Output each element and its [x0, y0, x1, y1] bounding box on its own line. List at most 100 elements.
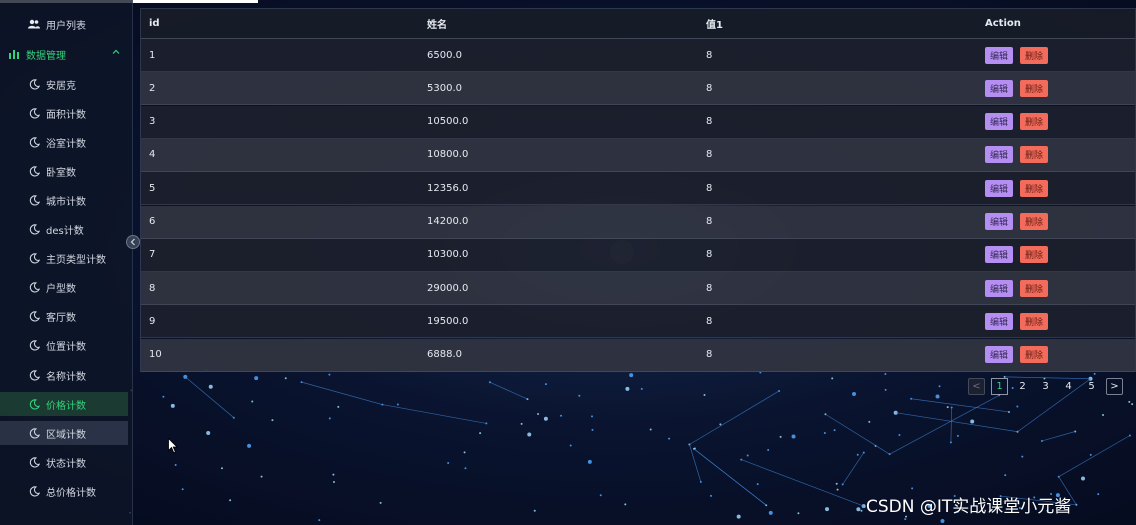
- cell-value: 8: [706, 249, 713, 261]
- table-row: 4 10800.0 8 编辑 删除: [141, 138, 1135, 172]
- cell-name: 10300.0: [427, 249, 469, 261]
- cell-id: 8: [149, 282, 156, 294]
- sidebar-item-6[interactable]: des计数: [0, 218, 128, 242]
- page-button-4[interactable]: 4: [1060, 378, 1077, 395]
- edit-button[interactable]: 编辑: [985, 146, 1014, 164]
- cell-actions: 编辑 删除: [985, 39, 1055, 71]
- sidebar-item-8[interactable]: 户型数: [0, 276, 128, 300]
- edit-button[interactable]: 编辑: [985, 213, 1014, 230]
- sidebar-item-4[interactable]: 卧室数: [0, 159, 128, 183]
- cell-name: 14200.0: [427, 216, 469, 227]
- moon-icon: [27, 368, 41, 382]
- table-row: 2 5300.0 8 编辑 删除: [141, 72, 1135, 106]
- prev-page-button[interactable]: <: [968, 378, 985, 395]
- cell-actions: 编辑 删除: [985, 172, 1055, 204]
- table-row: 5 12356.0 8 编辑 删除: [141, 172, 1135, 206]
- cell-value: 8: [706, 182, 713, 194]
- sidebar-item-label: 浴室计数: [46, 138, 86, 150]
- delete-button[interactable]: 删除: [1020, 213, 1049, 230]
- sidebar-item-13[interactable]: 区域计数: [0, 421, 128, 446]
- sidebar-item-11[interactable]: 名称计数: [0, 363, 128, 387]
- edit-button[interactable]: 编辑: [985, 79, 1014, 97]
- sidebar-item-9[interactable]: 客厅数: [0, 305, 128, 329]
- mouse-cursor-icon: [168, 437, 178, 457]
- sidebar-group-data-management[interactable]: 数据管理: [0, 42, 128, 66]
- delete-button[interactable]: 删除: [1020, 79, 1049, 97]
- delete-button[interactable]: 删除: [1020, 246, 1049, 264]
- table-row: 6 14200.0 8 编辑 删除: [141, 205, 1135, 239]
- table-row: 3 10500.0 8 编辑 删除: [141, 105, 1135, 139]
- sidebar-item-label: des计数: [46, 226, 84, 237]
- edit-button[interactable]: 编辑: [985, 179, 1014, 197]
- edit-button[interactable]: 编辑: [985, 346, 1014, 364]
- delete-button[interactable]: 删除: [1020, 312, 1049, 330]
- cell-id: 6: [149, 216, 156, 227]
- cell-value: 8: [706, 315, 713, 327]
- table-row: 1 6500.0 8 编辑 删除: [141, 39, 1135, 72]
- delete-button[interactable]: 删除: [1020, 146, 1049, 164]
- sidebar-item-12[interactable]: 价格计数: [0, 392, 128, 417]
- table-row: 9 19500.0 8 编辑 删除: [141, 305, 1135, 339]
- delete-button[interactable]: 删除: [1020, 46, 1049, 64]
- sidebar-item-label: 用户列表: [46, 20, 86, 32]
- cell-name: 6888.0: [427, 349, 462, 361]
- cell-value: 8: [706, 149, 713, 161]
- sidebar: 用户列表 数据管理 安居克面积计数浴室计数卧室数城市计数 des计数主页类型计数户…: [0, 0, 140, 525]
- sidebar-item-user-list[interactable]: 用户列表: [0, 12, 128, 36]
- cell-id: 5: [149, 182, 156, 194]
- header-id: id: [149, 18, 160, 29]
- delete-button[interactable]: 删除: [1020, 179, 1049, 197]
- edit-button[interactable]: 编辑: [985, 279, 1014, 297]
- cell-id: 4: [149, 149, 156, 161]
- users-icon: [27, 17, 41, 31]
- sidebar-item-10[interactable]: 位置计数: [0, 334, 128, 358]
- sidebar-item-1[interactable]: 安居克: [0, 72, 128, 96]
- delete-button[interactable]: 删除: [1020, 346, 1049, 364]
- moon-icon: [27, 455, 41, 469]
- sidebar-item-7[interactable]: 主页类型计数: [0, 247, 128, 271]
- edit-button[interactable]: 编辑: [985, 246, 1014, 264]
- table-row: 8 29000.0 8 编辑 删除: [141, 272, 1135, 306]
- page-button-5[interactable]: 5: [1083, 378, 1100, 395]
- page-button-3[interactable]: 3: [1037, 378, 1054, 395]
- sidebar-item-14[interactable]: 状态计数: [0, 450, 128, 474]
- sidebar-item-3[interactable]: 浴室计数: [0, 130, 128, 154]
- cell-value: 8: [706, 116, 713, 128]
- sidebar-item-label: 城市计数: [46, 196, 86, 208]
- moon-icon: [27, 426, 41, 440]
- next-page-button[interactable]: >: [1106, 378, 1123, 395]
- cell-value: 8: [706, 282, 713, 294]
- cell-id: 7: [149, 249, 156, 261]
- edit-button[interactable]: 编辑: [985, 46, 1014, 64]
- sidebar-item-5[interactable]: 城市计数: [0, 188, 128, 212]
- data-table: id 姓名 值1 Action 1 6500.0 8 编辑 删除 2 5300.0 8 编辑 删除…: [140, 8, 1136, 372]
- delete-button[interactable]: 删除: [1020, 113, 1049, 131]
- cell-value: 8: [706, 82, 713, 94]
- edit-button[interactable]: 编辑: [985, 312, 1014, 330]
- moon-icon: [27, 484, 41, 498]
- cell-id: 9: [149, 315, 156, 327]
- sidebar-item-label: 价格计数: [46, 400, 86, 412]
- page-button-2[interactable]: 2: [1014, 378, 1031, 395]
- sidebar-item-label: 总价格计数: [46, 487, 96, 499]
- page-button-1[interactable]: 1: [991, 378, 1008, 395]
- header-name: 姓名: [427, 20, 447, 31]
- sidebar-item-15[interactable]: 总价格计数: [0, 479, 128, 503]
- sidebar-item-label: 区域计数: [46, 429, 86, 441]
- sidebar-item-label: 面积计数: [46, 109, 86, 121]
- collapse-sidebar-button[interactable]: [126, 235, 140, 249]
- edit-button[interactable]: 编辑: [985, 113, 1014, 131]
- cell-value: 8: [706, 216, 713, 227]
- moon-icon: [27, 281, 41, 295]
- cell-actions: 编辑 删除: [985, 206, 1055, 238]
- moon-icon: [27, 164, 41, 178]
- moon-icon: [27, 397, 41, 411]
- table-header: id 姓名 值1 Action: [141, 9, 1135, 39]
- sidebar-item-label: 安居克: [46, 80, 76, 92]
- cell-actions: 编辑 删除: [985, 239, 1055, 271]
- sidebar-group-label: 数据管理: [26, 50, 66, 62]
- bar-chart-icon: [7, 47, 21, 61]
- delete-button[interactable]: 删除: [1020, 279, 1049, 297]
- cell-actions: 编辑 删除: [985, 339, 1055, 371]
- sidebar-item-2[interactable]: 面积计数: [0, 101, 128, 125]
